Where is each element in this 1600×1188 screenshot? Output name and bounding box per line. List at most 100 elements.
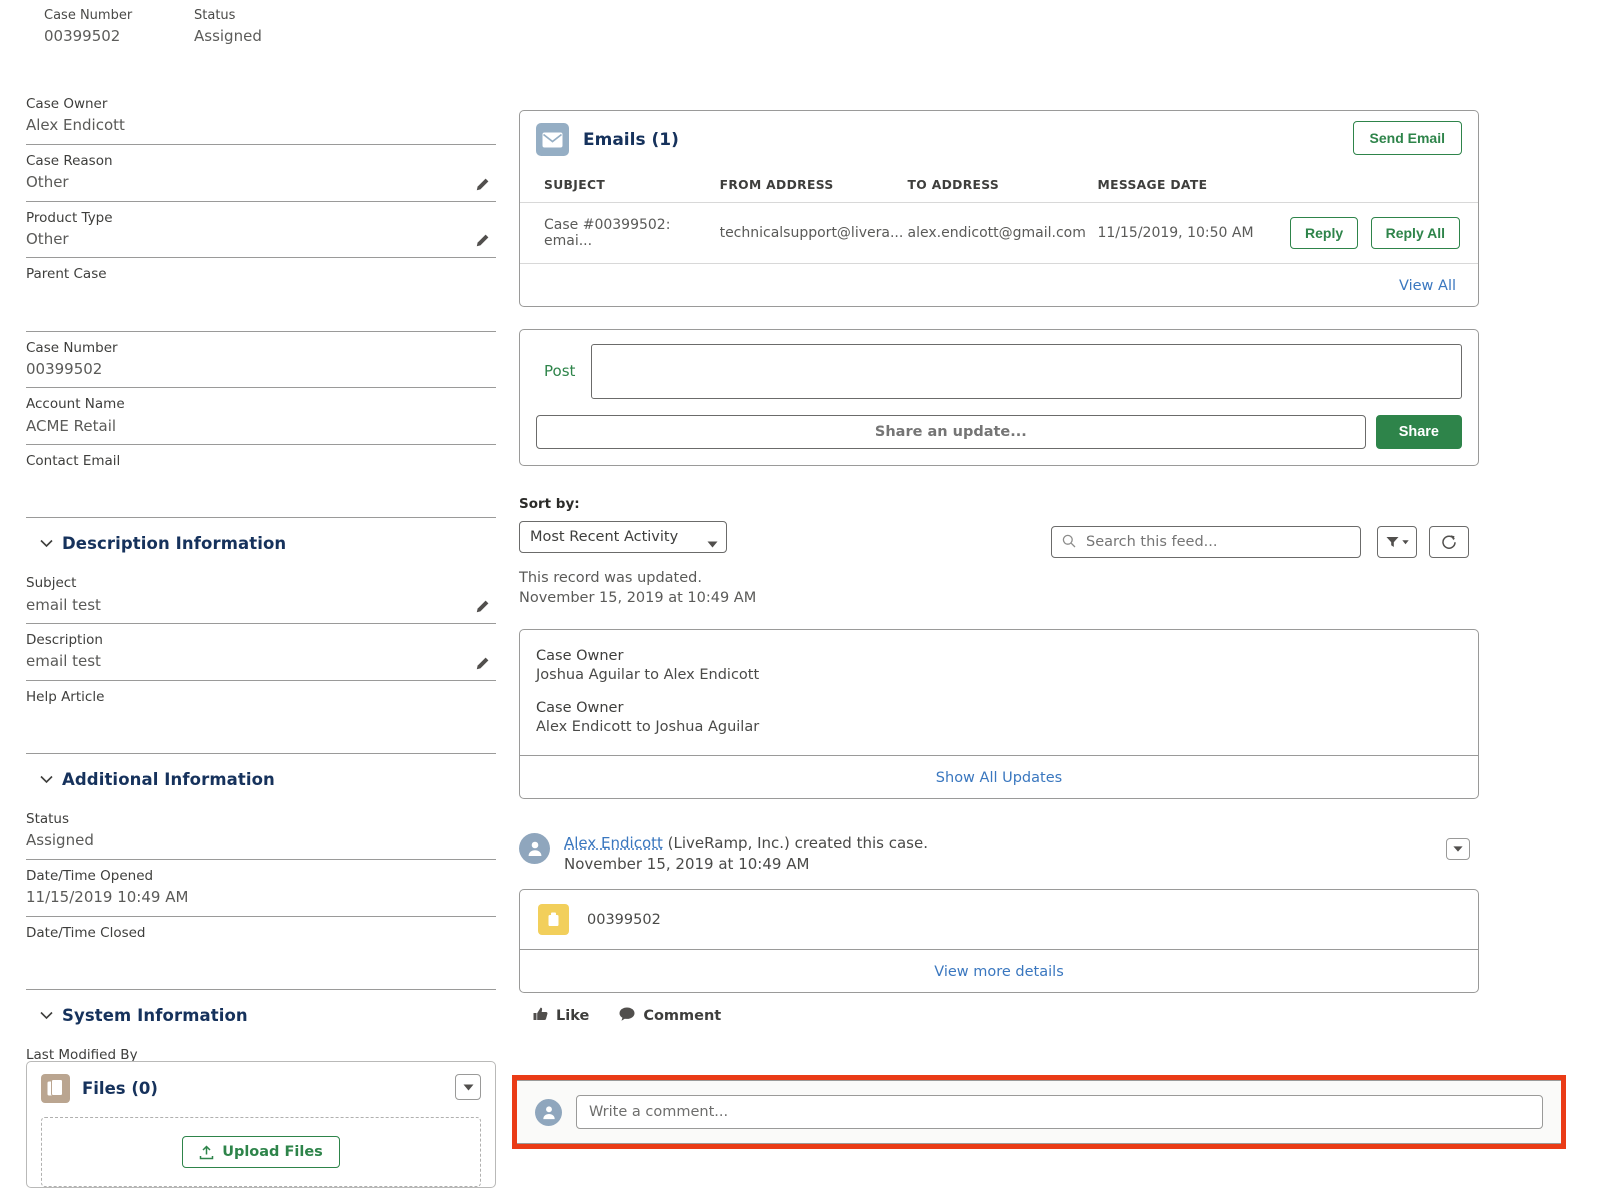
publisher-row: Post <box>536 344 1462 399</box>
thumbs-up-icon <box>533 1007 548 1025</box>
chevron-down-icon <box>40 539 53 548</box>
search-icon <box>1062 533 1076 552</box>
show-all-updates-row: Show All Updates <box>520 754 1478 798</box>
chevron-down-icon <box>40 1011 53 1020</box>
write-a-comment-input[interactable] <box>576 1095 1543 1129</box>
emails-table-header-row: SUBJECT FROM ADDRESS TO ADDRESS MESSAGE … <box>520 166 1478 203</box>
email-from-address: technicalsupport@livera... <box>719 202 908 264</box>
field-value: 00399502 <box>26 359 103 378</box>
field-label: Case Reason <box>26 152 113 169</box>
field-label: Case Number <box>26 339 118 356</box>
field-value <box>26 707 496 727</box>
refresh-icon <box>1442 535 1456 549</box>
share-button[interactable]: Share <box>1375 415 1462 449</box>
case-icon <box>538 904 569 936</box>
field-case-number: Case Number 00399502 <box>26 332 496 389</box>
like-label: Like <box>556 1008 590 1025</box>
upload-files-button[interactable]: Upload Files <box>182 1136 340 1168</box>
refresh-button[interactable] <box>1429 526 1469 558</box>
search-feed-input[interactable] <box>1084 533 1350 551</box>
field-case-reason: Case Reason Other <box>26 145 496 202</box>
post-author-link[interactable]: Alex Endicott <box>564 834 663 852</box>
share-update-input[interactable] <box>536 415 1366 449</box>
field-value: Other <box>26 229 69 248</box>
column-actions <box>1282 166 1478 203</box>
emails-title: Emails (1) <box>583 129 679 150</box>
email-subject-link[interactable]: Case #00399502: emai... <box>520 202 720 264</box>
speech-bubble-icon <box>619 1007 635 1025</box>
show-all-updates-link[interactable]: Show All Updates <box>936 770 1062 786</box>
email-to-address: alex.endicott@gmail.com <box>907 202 1098 264</box>
edit-pencil-icon[interactable] <box>474 599 490 615</box>
edit-pencil-icon[interactable] <box>474 177 490 193</box>
feed-controls: Sort by: Most Recent Activity <box>519 496 1479 568</box>
section-title: System Information <box>62 1005 248 1025</box>
sort-by-select-wrap: Most Recent Activity <box>519 521 727 553</box>
table-row: Case #00399502: emai... technicalsupport… <box>520 202 1478 264</box>
feed-post-byline: Alex Endicott (LiveRamp, Inc.) created t… <box>564 833 928 855</box>
field-parent-case: Parent Case <box>26 258 496 332</box>
edit-pencil-icon[interactable] <box>474 233 490 249</box>
field-contact-email: Contact Email <box>26 445 496 519</box>
publisher-tab-post[interactable]: Post <box>536 344 591 399</box>
reply-all-button[interactable]: Reply All <box>1370 217 1460 249</box>
account-name-link[interactable]: ACME Retail <box>26 415 496 438</box>
edit-pencil-icon[interactable] <box>474 656 490 672</box>
field-value <box>26 943 496 963</box>
like-button[interactable]: Like <box>533 1007 589 1025</box>
column-to-address[interactable]: TO ADDRESS <box>907 166 1098 203</box>
field-label: Case Owner <box>26 96 108 112</box>
section-header-system-information[interactable]: System Information <box>26 990 496 1039</box>
highlight-case-number: Case Number 00399502 <box>44 8 132 45</box>
comment-label: Comment <box>643 1008 722 1025</box>
field-label: Product Type <box>26 209 113 226</box>
send-email-button[interactable]: Send Email <box>1352 121 1462 155</box>
publisher-textarea[interactable] <box>591 344 1462 399</box>
related-record-body: 00399502 <box>520 890 1478 949</box>
reply-button[interactable]: Reply <box>1290 217 1359 249</box>
record-update-timestamp: November 15, 2019 at 10:49 AM <box>519 590 757 607</box>
field-label: Date/Time Closed <box>26 924 146 941</box>
highlight-value: Assigned <box>194 27 262 45</box>
field-label: Subject <box>26 575 77 592</box>
section-title: Description Information <box>62 534 287 554</box>
field-value: email test <box>26 595 101 614</box>
change-field-label: Case Owner <box>536 647 624 664</box>
field-account-name: Account Name ACME Retail <box>26 388 496 445</box>
filter-button[interactable] <box>1377 526 1417 558</box>
related-record-card: 00399502 View more details <box>519 889 1479 994</box>
record-update-item: This record was updated. November 15, 20… <box>519 568 1479 799</box>
field-label: Parent Case <box>26 266 107 283</box>
column-from-address[interactable]: FROM ADDRESS <box>719 166 908 203</box>
field-case-owner: Case Owner Alex Endicott <box>26 88 496 145</box>
chevron-down-icon[interactable] <box>455 1074 481 1100</box>
column-message-date[interactable]: MESSAGE DATE <box>1097 166 1283 203</box>
view-more-details-link[interactable]: View more details <box>934 964 1064 980</box>
related-record-number[interactable]: 00399502 <box>587 912 661 928</box>
section-header-additional-information[interactable]: Additional Information <box>26 754 496 803</box>
view-all-link[interactable]: View All <box>1399 278 1456 294</box>
change-field-value: Alex Endicott to Joshua Aguilar <box>536 718 760 735</box>
files-title: Files (0) <box>82 1079 158 1098</box>
field-label: Description <box>26 632 103 648</box>
file-dropzone[interactable]: Upload Files <box>41 1117 481 1187</box>
publisher-actions: Share <box>536 415 1462 449</box>
column-subject[interactable]: SUBJECT <box>520 166 720 203</box>
sort-by-select[interactable]: Most Recent Activity <box>519 521 727 553</box>
change-field-value: Joshua Aguilar to Alex Endicott <box>536 666 760 683</box>
email-message-date: 11/15/2019, 10:50 AM <box>1097 202 1283 264</box>
feed-post-meta: Alex Endicott (LiveRamp, Inc.) created t… <box>564 833 928 877</box>
email-row-actions: Reply Reply All <box>1282 202 1478 264</box>
highlights-panel: Case Number 00399502 Status Assigned <box>0 0 1600 72</box>
record-update-headline: This record was updated. <box>519 570 702 586</box>
field-value: Alex Endicott <box>26 116 125 135</box>
section-header-description-information[interactable]: Description Information <box>26 518 496 567</box>
chevron-down-icon[interactable] <box>1446 837 1470 860</box>
field-help-article: Help Article <box>26 681 496 754</box>
record-update-changes: Case Owner Joshua Aguilar to Alex Endico… <box>520 630 1478 755</box>
field-status: Status Assigned <box>26 803 496 860</box>
highlight-label: Status <box>194 8 236 23</box>
upload-files-label: Upload Files <box>222 1144 323 1160</box>
emails-table: SUBJECT FROM ADDRESS TO ADDRESS MESSAGE … <box>520 166 1478 264</box>
comment-button[interactable]: Comment <box>619 1007 721 1025</box>
